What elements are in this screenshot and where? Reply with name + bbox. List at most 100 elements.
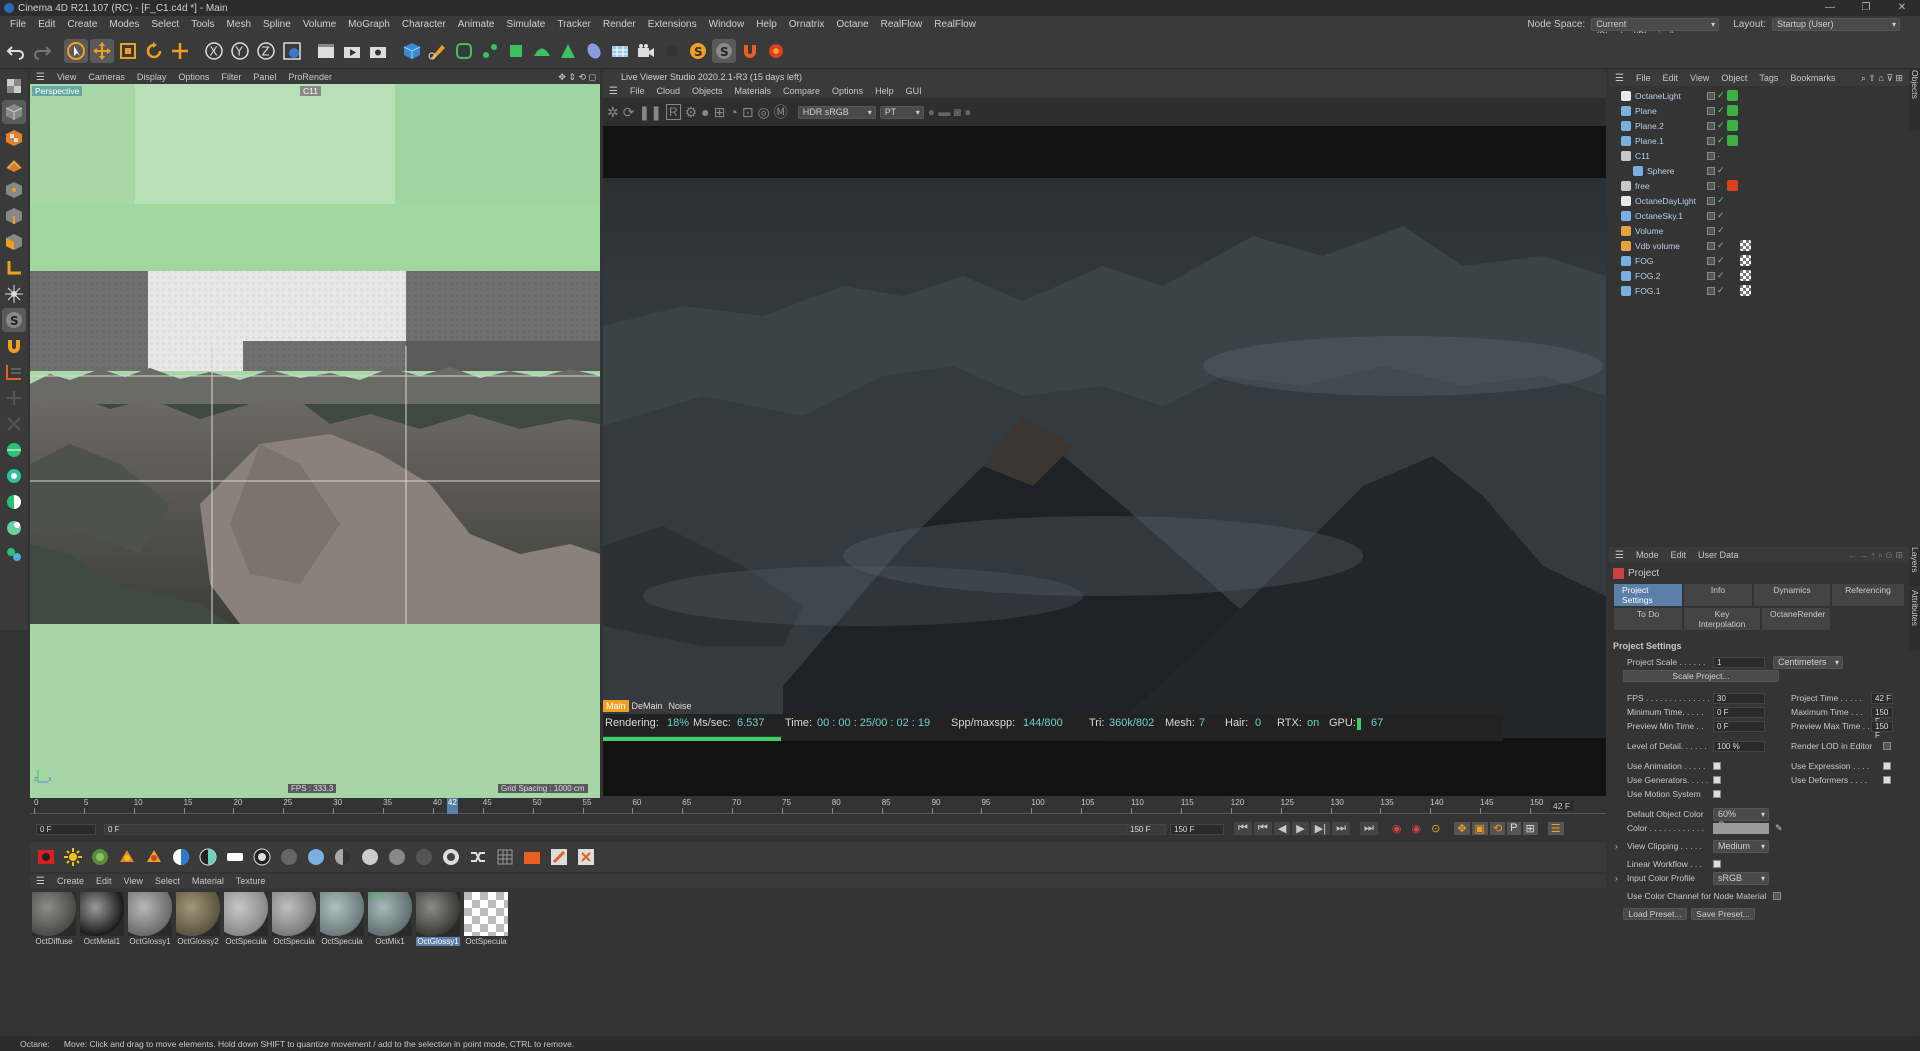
octane-object-button[interactable] <box>2 438 26 462</box>
goto-next-key-icon[interactable]: ⏭ <box>1332 822 1350 835</box>
material-tag-icon[interactable] <box>1740 270 1751 281</box>
octane-scatter-button[interactable] <box>2 542 26 566</box>
tab-key-interpolation[interactable]: Key Interpolation <box>1683 607 1761 631</box>
menu-tracker[interactable]: Tracker <box>551 19 597 30</box>
max-time-field[interactable]: 150 F <box>1871 706 1893 726</box>
use-generators-checkbox[interactable] <box>1713 776 1721 784</box>
color-swatch[interactable] <box>1713 822 1769 834</box>
project-time-field[interactable]: 42 F <box>1871 692 1893 704</box>
octane-tag-icon[interactable] <box>1727 210 1738 221</box>
save-preset-button[interactable]: Save Preset... <box>1691 908 1755 920</box>
material-tag-icon[interactable] <box>1740 225 1751 236</box>
om-menu-edit[interactable]: Edit <box>1656 73 1684 83</box>
lv-kernel-select[interactable]: PT <box>879 105 924 119</box>
menu-select[interactable]: Select <box>145 19 185 30</box>
live-viewer-render[interactable]: Main DeMain Noise Rendering: 18% Ms/sec:… <box>603 126 1606 796</box>
render-settings-button[interactable] <box>366 39 390 63</box>
visibility-check-icon[interactable]: ✓ <box>1717 120 1725 131</box>
goto-start-icon[interactable]: ⏮ <box>1234 822 1252 835</box>
material-thumbnail[interactable]: OctSpecula <box>272 892 316 946</box>
redo-button[interactable] <box>30 39 54 63</box>
layer-checkbox[interactable] <box>1707 226 1715 235</box>
scale-tool-button[interactable] <box>116 39 140 63</box>
octane-tag-icon[interactable] <box>1727 180 1738 191</box>
octane-specular-mat-button[interactable] <box>331 845 355 869</box>
timeline-ruler[interactable]: 0 5 10 15 20 25 30 35 40 45 50 55 60 65 70 75 80 85 90 95 10… <box>30 798 1606 814</box>
octane-tag-icon[interactable] <box>1727 285 1738 296</box>
next-frame-icon[interactable]: ▶| <box>1310 822 1331 835</box>
end-frame-field[interactable]: 150 F <box>1170 824 1224 835</box>
octane-blend-mat-button[interactable] <box>412 845 436 869</box>
input-profile-select[interactable]: sRGB <box>1713 871 1769 885</box>
visibility-check-icon[interactable]: ✓ <box>1717 105 1725 116</box>
menu-mesh[interactable]: Mesh <box>221 19 257 30</box>
object-name[interactable]: FOG.1 <box>1635 286 1661 296</box>
octane-s-active-button[interactable]: S <box>712 38 736 63</box>
object-row[interactable]: OctaneDayLight ✓ <box>1609 193 1909 208</box>
tweak-mode-button[interactable] <box>2 282 26 306</box>
render-to-picture-viewer-button[interactable] <box>340 39 364 63</box>
bend-button[interactable] <box>530 39 554 63</box>
lv-menu-materials[interactable]: Materials <box>729 86 778 96</box>
lv-tab-main[interactable]: Main <box>603 700 629 712</box>
fps-field[interactable]: 30 <box>1713 692 1765 704</box>
goto-prev-key-icon[interactable]: ⏮ <box>1253 822 1272 835</box>
preview-min-field[interactable]: 0 F <box>1713 720 1765 732</box>
axis-mode-button[interactable] <box>2 256 26 280</box>
menu-spline[interactable]: Spline <box>257 19 297 30</box>
layer-checkbox[interactable] <box>1707 91 1715 100</box>
use-deformers-checkbox[interactable] <box>1883 776 1891 784</box>
cube-button[interactable] <box>400 39 424 63</box>
menu-character[interactable]: Character <box>396 19 452 30</box>
object-row[interactable]: FOG.2 ✓ <box>1609 268 1909 283</box>
live-selection-button[interactable] <box>64 38 88 63</box>
material-tag-icon[interactable] <box>1740 255 1751 266</box>
attributes-side-tab[interactable]: Attributes <box>1909 590 1920 650</box>
octane-tag-icon[interactable] <box>1727 225 1738 236</box>
tab-project-settings[interactable]: Project Settings <box>1613 583 1683 607</box>
octane-live-viewer-button[interactable] <box>34 845 58 869</box>
visibility-check-icon[interactable]: ✓ <box>1717 270 1725 281</box>
magnet-tool-button[interactable] <box>2 334 26 358</box>
lv-menu-compare[interactable]: Compare <box>777 86 826 96</box>
scale-project-button[interactable]: Scale Project... <box>1623 670 1779 682</box>
planar-workplane-button[interactable] <box>2 412 26 436</box>
eyedropper-icon[interactable]: ✎ <box>1775 823 1783 834</box>
visibility-check-icon[interactable]: ✓ <box>1717 240 1725 251</box>
material-tag-icon[interactable] <box>1740 210 1751 221</box>
am-menu-mode[interactable]: Mode <box>1630 550 1665 560</box>
viewport-label[interactable]: Perspective <box>32 86 83 96</box>
visibility-check-icon[interactable]: ✓ <box>1717 90 1725 101</box>
am-menu-icon[interactable]: ☰ <box>1609 550 1630 561</box>
octane-script-button[interactable] <box>574 845 598 869</box>
tab-info[interactable]: Info <box>1683 583 1753 607</box>
octane-diffuse-mat-button[interactable] <box>277 845 301 869</box>
material-thumbnail[interactable]: OctGlossy1 <box>416 892 460 946</box>
light-button[interactable] <box>660 39 684 63</box>
viewport-menu-view[interactable]: View <box>51 72 82 82</box>
goto-end-icon[interactable]: ⏭ <box>1359 822 1378 835</box>
visibility-check-icon[interactable]: ✓ <box>1717 165 1725 176</box>
lv-menu-cloud[interactable]: Cloud <box>650 86 686 96</box>
object-row[interactable]: free · <box>1609 178 1909 193</box>
mm-menu-edit[interactable]: Edit <box>90 876 118 886</box>
octane-settings-button[interactable] <box>764 39 788 63</box>
lv-menu-help[interactable]: Help <box>869 86 900 96</box>
material-tag-icon[interactable] <box>1740 165 1751 176</box>
objects-side-tab[interactable]: Objects <box>1909 70 1920 130</box>
undo-button[interactable] <box>4 39 28 63</box>
object-row[interactable]: C11 · <box>1609 148 1909 163</box>
object-row[interactable]: Plane.2 ✓ <box>1609 118 1909 133</box>
object-row[interactable]: Vdb volume ✓ <box>1609 238 1909 253</box>
texture-mode-button[interactable] <box>2 126 26 150</box>
maximize-button[interactable]: ❐ <box>1848 0 1884 16</box>
linear-workflow-checkbox[interactable] <box>1713 860 1721 868</box>
viewport-canvas[interactable]: Perspective C11 FPS : 333.3 Grid Spacing… <box>30 84 600 798</box>
material-tag-icon[interactable] <box>1740 180 1751 191</box>
octane-targetlight-button[interactable] <box>142 845 166 869</box>
object-name[interactable]: Plane <box>1635 106 1657 116</box>
menu-extensions[interactable]: Extensions <box>642 19 703 30</box>
lod-field[interactable]: 100 % <box>1713 740 1765 752</box>
object-name[interactable]: Plane.1 <box>1635 136 1664 146</box>
object-name[interactable]: OctaneDayLight <box>1635 196 1696 206</box>
